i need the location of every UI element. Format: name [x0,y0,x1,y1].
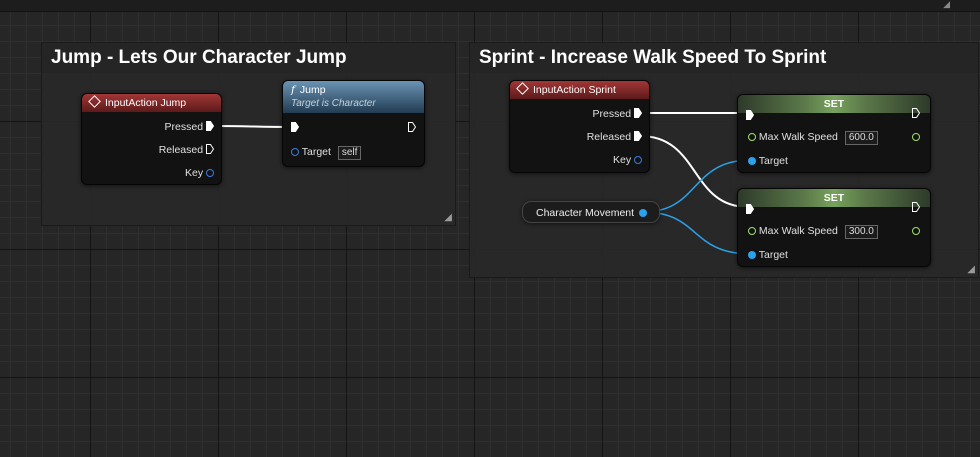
set-max-walk-speed-node-2[interactable]: SET Max Walk Speed 300.0 Target [737,188,931,267]
exec-pin-icon[interactable] [634,131,642,141]
struct-pin-icon[interactable] [634,156,642,164]
target-pin[interactable]: Target [748,154,788,168]
float-pin-icon[interactable] [912,133,920,141]
set-max-walk-speed-node-1[interactable]: SET Max Walk Speed 600.0 Target [737,94,931,173]
pin-label: Released [158,144,204,156]
pin-label: Target [758,249,788,261]
node-header[interactable]: SET [738,95,930,113]
pin-label: Max Walk Speed [758,225,838,237]
exec-out-pin[interactable] [912,107,920,121]
resize-grip-icon[interactable]: ◢ [943,0,950,10]
object-pin-icon[interactable] [639,209,647,217]
pin-released[interactable]: Released [587,130,642,144]
node-subtitle: Target is Character [291,98,376,109]
node-header[interactable]: InputAction Sprint [510,81,649,99]
exec-in-pin[interactable] [746,109,754,123]
float-out-pin[interactable] [912,224,920,238]
exec-pin-icon[interactable] [408,122,416,132]
event-diamond-icon [88,95,101,108]
pin-label: Key [612,154,632,166]
character-movement-variable-node[interactable]: Character Movement [522,201,660,223]
pin-label: Pressed [592,108,632,120]
max-walk-speed-value[interactable]: 600.0 [844,131,878,145]
resize-grip-icon[interactable]: ◢ [444,212,452,223]
exec-pin-icon[interactable] [912,202,920,212]
pin-label: Released [586,131,632,143]
max-walk-speed-pin[interactable]: Max Walk Speed 300.0 [748,224,878,239]
target-pin[interactable]: Target [748,248,788,262]
node-title: InputAction Sprint [533,84,616,96]
node-header[interactable]: f Jump Target is Character [283,81,424,113]
exec-out-pin[interactable] [912,201,920,215]
float-out-pin[interactable] [912,130,920,144]
pin-label: Key [184,167,204,179]
pin-label: Pressed [164,121,204,133]
function-icon: f [291,84,295,96]
node-title: Jump [299,84,326,96]
node-header[interactable]: SET [738,189,930,207]
exec-pin-icon[interactable] [912,108,920,118]
pin-key[interactable]: Key [185,166,214,180]
target-pin[interactable]: Target self [291,145,362,160]
pin-pressed[interactable]: Pressed [165,120,214,134]
float-pin-icon[interactable] [912,227,920,235]
exec-pin-icon[interactable] [206,144,214,154]
exec-pin-icon[interactable] [206,121,214,131]
exec-pin-icon[interactable] [291,122,299,132]
object-pin-icon[interactable] [291,148,299,156]
float-pin-icon[interactable] [748,227,756,235]
node-title: InputAction Jump [105,97,187,109]
resize-grip-icon[interactable]: ◢ [967,264,975,275]
float-pin-icon[interactable] [748,133,756,141]
top-panel-edge: ◢ [0,0,980,12]
struct-pin-icon[interactable] [206,169,214,177]
max-walk-speed-value[interactable]: 300.0 [844,225,878,239]
comment-title[interactable]: Sprint - Increase Walk Speed To Sprint [470,43,978,73]
input-action-sprint-node[interactable]: InputAction Sprint Pressed Released Key [509,80,650,173]
pin-label: Target [301,146,331,158]
exec-pin-icon[interactable] [746,204,754,214]
pin-label: Max Walk Speed [758,131,838,143]
target-default-value[interactable]: self [337,146,362,160]
object-pin-icon[interactable] [748,157,756,165]
pin-released[interactable]: Released [159,143,214,157]
exec-out-pin[interactable] [408,121,416,135]
variable-label: Character Movement [536,207,635,219]
exec-pin-icon[interactable] [746,110,754,120]
max-walk-speed-pin[interactable]: Max Walk Speed 600.0 [748,130,878,145]
exec-in-pin[interactable] [291,121,299,135]
input-action-jump-node[interactable]: InputAction Jump Pressed Released Key [81,93,222,185]
exec-pin-icon[interactable] [634,108,642,118]
exec-in-pin[interactable] [746,203,754,217]
node-header[interactable]: InputAction Jump [82,94,221,112]
comment-title[interactable]: Jump - Lets Our Character Jump [42,43,455,73]
object-pin-icon[interactable] [748,251,756,259]
pin-label: Target [758,155,788,167]
pin-pressed[interactable]: Pressed [593,107,642,121]
event-diamond-icon [516,82,529,95]
pin-key[interactable]: Key [613,153,642,167]
jump-function-node[interactable]: f Jump Target is Character Target self [282,80,425,167]
